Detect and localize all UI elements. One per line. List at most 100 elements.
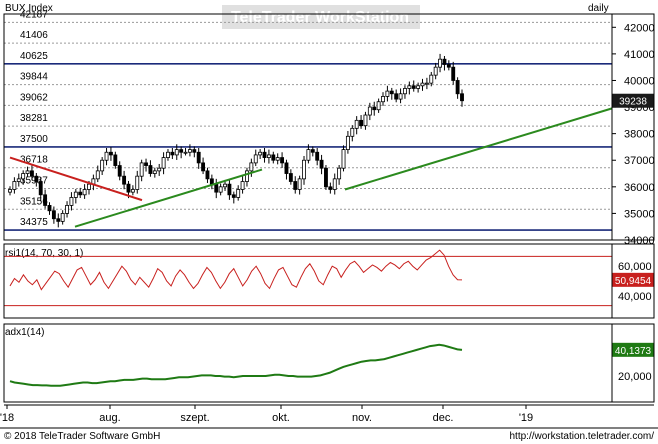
candle-body: [104, 151, 109, 161]
candle-body: [130, 189, 135, 193]
candle: [324, 165, 328, 191]
candle-body: [30, 170, 34, 177]
level-label: 40625: [20, 51, 48, 62]
candle-body: [78, 191, 83, 196]
candle-body: [223, 183, 227, 188]
candle-body: [354, 119, 359, 129]
candle-body: [95, 170, 100, 180]
candle-body: [438, 58, 442, 68]
x-tick-label: dec.: [433, 412, 454, 424]
candle-body: [38, 181, 43, 196]
candle-body: [389, 90, 394, 95]
candle-body: [240, 181, 245, 190]
candle: [341, 145, 346, 172]
candle-body: [113, 154, 118, 166]
candle-body: [122, 175, 127, 185]
candle-body: [315, 151, 320, 161]
candle-body: [65, 205, 69, 214]
candle-body: [381, 96, 385, 103]
candle-body: [126, 183, 131, 193]
source-url: http://workstation.teletrader.com/: [509, 431, 654, 442]
candle-body: [275, 157, 280, 161]
candle-body: [82, 189, 87, 196]
candle-body: [271, 154, 276, 161]
candle-body: [288, 173, 293, 182]
candle-body: [183, 151, 188, 154]
candle-body: [293, 181, 298, 190]
candle-body: [284, 162, 289, 174]
rsi-tick-label: 60,000: [618, 261, 652, 273]
candle-body: [372, 106, 377, 111]
candle-body: [258, 151, 263, 156]
level-label: 42187: [20, 9, 48, 20]
y-tick-label: 37000: [624, 155, 655, 167]
candle-body: [416, 85, 421, 89]
candle-body: [60, 213, 65, 222]
candle-body: [424, 82, 429, 85]
candle-body: [196, 151, 201, 164]
watermark: TeleTrader WorkStation: [231, 9, 409, 26]
candle-body: [16, 178, 21, 182]
level-label: 41406: [20, 30, 48, 41]
candle-body: [227, 183, 232, 196]
candle-body: [56, 218, 61, 222]
x-tick-label: nov.: [352, 412, 372, 424]
candle-body: [108, 151, 113, 156]
candle-body: [152, 170, 157, 174]
adx-title: adx1(14): [5, 327, 44, 338]
candle-body: [148, 165, 153, 174]
candle-body: [345, 135, 350, 150]
candle-body: [253, 154, 258, 164]
candle-body: [21, 173, 26, 180]
candle-body: [170, 151, 175, 156]
candle-body: [460, 93, 464, 102]
candle-body: [429, 74, 434, 84]
candle-body: [249, 162, 254, 172]
candle-body: [8, 189, 12, 193]
candle-body: [179, 149, 184, 153]
level-label: 34375: [20, 217, 48, 228]
candle-body: [367, 106, 372, 116]
candle-body: [385, 90, 390, 97]
level-label: 39844: [20, 72, 48, 83]
interval-label: daily: [588, 3, 609, 14]
candle-body: [376, 101, 381, 111]
x-tick-label: '18: [0, 412, 14, 424]
candle-body: [117, 165, 122, 177]
candle-body: [231, 194, 236, 198]
copyright: © 2018 TeleTrader Software GmbH: [4, 431, 160, 442]
x-tick-label: '19: [519, 412, 533, 424]
adx-tick-label: 20,000: [618, 371, 652, 383]
candle-body: [73, 191, 78, 198]
candle-body: [306, 149, 311, 161]
level-label: 37500: [20, 134, 48, 145]
rsi-title: rsi1(14, 70, 30, 1): [5, 248, 83, 259]
candle-body: [187, 149, 192, 153]
candle-body: [433, 66, 438, 76]
y-tick-label: 38000: [624, 129, 655, 141]
candle-body: [328, 186, 333, 190]
y-tick-label: 36000: [624, 182, 655, 194]
y-tick-label: 42000: [624, 22, 655, 34]
candle-body: [69, 197, 74, 206]
candle-body: [341, 149, 346, 169]
y-tick-label: 34000: [624, 235, 655, 247]
candle-body: [47, 205, 52, 212]
candle-body: [420, 82, 425, 87]
level-label: 36718: [20, 155, 48, 166]
candle-body: [319, 159, 324, 169]
rsi-last-label: 50,9454: [615, 276, 652, 287]
chart-canvas: TeleTrader WorkStation BUX Index daily 4…: [0, 0, 658, 444]
candle-body: [236, 189, 241, 198]
candle-body: [442, 58, 447, 65]
candle-body: [87, 183, 91, 190]
candle-body: [161, 157, 166, 169]
candle-body: [398, 93, 403, 100]
candle-body: [350, 127, 355, 137]
candle-body: [451, 66, 456, 81]
candle-body: [174, 149, 179, 156]
candle-body: [411, 85, 416, 89]
y-tick-label: 41000: [624, 49, 655, 61]
candle-body: [302, 159, 306, 180]
candle-body: [34, 175, 39, 182]
